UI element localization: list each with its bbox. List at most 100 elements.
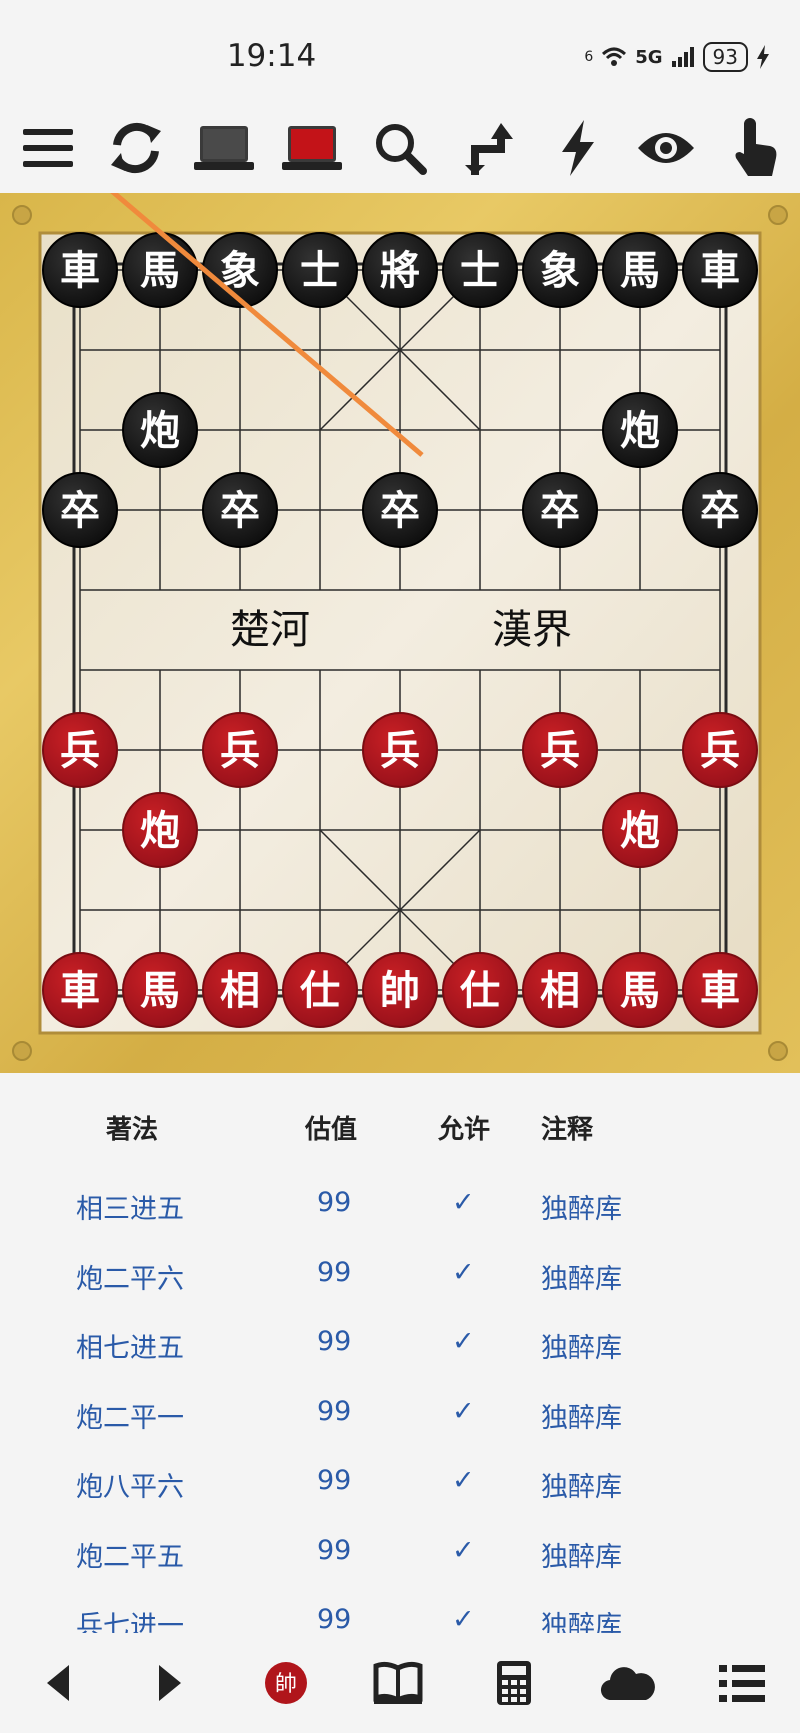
corner-rivet xyxy=(12,205,32,225)
red-piece[interactable]: 馬 xyxy=(122,952,198,1028)
corner-rivet xyxy=(12,1041,32,1061)
corner-rivet xyxy=(768,1041,788,1061)
piece-label: 兵 xyxy=(700,727,740,774)
status-icons: 6 5G 93 xyxy=(584,42,770,72)
move-move: 相七进五 xyxy=(76,1333,184,1364)
red-piece[interactable]: 兵 xyxy=(522,712,598,788)
move-allowed: ✓ xyxy=(452,1465,475,1496)
piece-label: 炮 xyxy=(620,407,660,454)
piece-label: 卒 xyxy=(700,487,740,534)
refresh-icon xyxy=(111,122,161,174)
red-piece[interactable]: 炮 xyxy=(602,792,678,868)
eye-icon xyxy=(638,133,694,163)
black-piece[interactable]: 將 xyxy=(362,232,438,308)
piece-label: 卒 xyxy=(540,487,580,534)
piece-label: 兵 xyxy=(380,727,420,774)
move-note: 独醉库 xyxy=(541,1472,622,1503)
black-piece[interactable]: 馬 xyxy=(122,232,198,308)
header-note: 注释 xyxy=(541,1115,594,1145)
black-piece[interactable]: 士 xyxy=(442,232,518,308)
piece-label: 馬 xyxy=(140,247,180,294)
black-piece[interactable]: 象 xyxy=(522,232,598,308)
board-drawing[interactable]: 楚河 漢界 車馬象士將士象馬車炮 炮卒卒卒卒卒兵兵兵兵兵炮 炮車馬相仕帥仕相馬車 xyxy=(0,193,800,1073)
chess-board[interactable]: 楚河 漢界 車馬象士將士象馬車炮炮卒卒卒卒卒兵兵兵兵兵炮炮車馬相仕帥仕相馬車 xyxy=(0,193,800,1073)
black-piece[interactable]: 卒 xyxy=(362,472,438,548)
red-piece[interactable]: 馬 xyxy=(602,952,678,1028)
red-piece[interactable]: 帥 xyxy=(362,952,438,1028)
red-piece[interactable]: 相 xyxy=(522,952,598,1028)
red-piece[interactable]: 車 xyxy=(42,952,118,1028)
move-score: 99 xyxy=(317,1465,352,1496)
red-piece[interactable]: 相 xyxy=(202,952,278,1028)
toolbar xyxy=(0,110,800,190)
red-piece[interactable]: 車 xyxy=(682,952,758,1028)
laptop-red-button[interactable] xyxy=(280,116,344,180)
prev-icon xyxy=(47,1665,69,1701)
piece-label: 將 xyxy=(380,247,420,294)
move-score: 99 xyxy=(317,1256,352,1288)
book-icon xyxy=(373,1661,423,1704)
move-row[interactable]: 炮二平五 99 ✓ 独醉库 xyxy=(0,1519,800,1588)
header-score: 估值 xyxy=(305,1115,358,1145)
piece-label: 卒 xyxy=(60,487,100,534)
search-button[interactable] xyxy=(368,116,432,180)
black-piece[interactable]: 卒 xyxy=(522,472,598,548)
red-piece[interactable]: 仕 xyxy=(282,952,358,1028)
book-button[interactable] xyxy=(366,1651,430,1715)
piece-label: 相 xyxy=(220,967,260,1014)
swap-button[interactable] xyxy=(458,116,522,180)
red-piece[interactable]: 兵 xyxy=(202,712,278,788)
black-piece[interactable]: 馬 xyxy=(602,232,678,308)
black-piece[interactable]: 炮 xyxy=(602,392,678,468)
piece-label: 車 xyxy=(60,967,100,1014)
red-piece[interactable]: 兵 xyxy=(682,712,758,788)
move-score: 99 xyxy=(317,1534,352,1566)
header-move: 著法 xyxy=(106,1115,159,1145)
wifi-icon xyxy=(602,47,627,66)
list-button[interactable] xyxy=(710,1651,774,1715)
calculator-button[interactable] xyxy=(482,1651,546,1715)
black-piece[interactable]: 卒 xyxy=(42,472,118,548)
lightning-button[interactable] xyxy=(546,116,610,180)
piece-label: 車 xyxy=(700,247,740,294)
move-row[interactable]: 炮二平一 99 ✓ 独醉库 xyxy=(0,1380,800,1449)
network-label: 5G xyxy=(635,46,663,68)
move-row[interactable]: 相三进五 99 ✓ 独醉库 xyxy=(0,1171,800,1240)
red-piece[interactable]: 兵 xyxy=(362,712,438,788)
move-row[interactable]: 相七进五 99 ✓ 独醉库 xyxy=(0,1310,800,1379)
moves-table: 著法 估值 允许 注释 相三进五 99 ✓ 独醉库 炮二平六 99 ✓ 独醉库 相七进五 99 ✓ 独… xyxy=(0,1073,800,1642)
touch-button[interactable] xyxy=(724,116,788,180)
laptop-button[interactable] xyxy=(192,116,256,180)
red-piece[interactable]: 仕 xyxy=(442,952,518,1028)
piece-label: 仕 xyxy=(300,967,340,1014)
black-piece[interactable]: 卒 xyxy=(682,472,758,548)
charging-icon xyxy=(757,45,769,69)
calculator-icon xyxy=(497,1661,531,1705)
bottom-nav: 帥 xyxy=(0,1633,800,1733)
king-button[interactable]: 帥 xyxy=(254,1651,318,1715)
move-note: 独醉库 xyxy=(541,1541,622,1573)
move-row[interactable]: 炮八平六 99 ✓ 独醉库 xyxy=(0,1449,800,1518)
next-button[interactable] xyxy=(138,1651,202,1715)
red-piece[interactable]: 炮 xyxy=(122,792,198,868)
black-piece[interactable]: 車 xyxy=(682,232,758,308)
black-piece[interactable]: 象 xyxy=(202,232,278,308)
next-icon xyxy=(159,1665,181,1701)
menu-button[interactable] xyxy=(16,116,80,180)
move-score: 99 xyxy=(317,1604,352,1635)
black-piece[interactable]: 士 xyxy=(282,232,358,308)
move-allowed: ✓ xyxy=(452,1256,475,1288)
black-piece[interactable]: 炮 xyxy=(122,392,198,468)
eye-button[interactable] xyxy=(634,116,698,180)
refresh-button[interactable] xyxy=(104,116,168,180)
prev-button[interactable] xyxy=(26,1651,90,1715)
black-piece[interactable]: 卒 xyxy=(202,472,278,548)
piece-label: 兵 xyxy=(540,727,580,774)
piece-label: 兵 xyxy=(60,727,100,774)
cloud-button[interactable] xyxy=(596,1651,660,1715)
red-piece[interactable]: 兵 xyxy=(42,712,118,788)
piece-label: 車 xyxy=(60,247,100,294)
list-icon xyxy=(719,1665,765,1702)
black-piece[interactable]: 車 xyxy=(42,232,118,308)
move-row[interactable]: 炮二平六 99 ✓ 独醉库 xyxy=(0,1241,800,1310)
